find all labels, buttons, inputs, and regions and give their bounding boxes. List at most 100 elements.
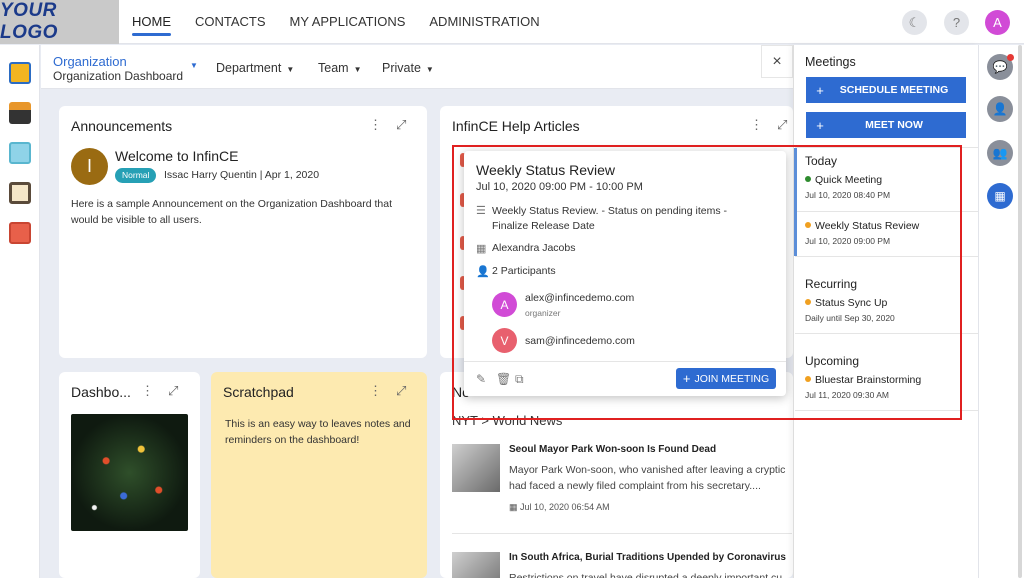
section-recurring: Recurring — [805, 277, 858, 291]
meeting-item-status-sync-up[interactable]: Status Sync Up Daily until Sep 30, 2020 — [805, 297, 895, 323]
meeting-title: Weekly Status Review — [476, 162, 616, 178]
schedule-meeting-button[interactable]: + SCHEDULE MEETING — [806, 77, 966, 103]
plus-icon: + — [816, 117, 824, 133]
news-summary: Mayor Park Won-soon, who vanished after … — [509, 464, 786, 492]
scratchpad-card: Scratchpad ⋮ ⤢ This is an easy way to le… — [211, 372, 427, 578]
more-options-icon[interactable]: ⋮ — [369, 383, 382, 399]
author-avatar: I — [71, 148, 108, 185]
contact-icon[interactable]: 👤 — [987, 96, 1013, 122]
divider — [464, 361, 786, 362]
news-title[interactable]: Seoul Mayor Park Won-soon Is Found Dead — [509, 444, 716, 455]
department-label: Department — [216, 61, 282, 75]
team-dropdown[interactable]: Team ▼ — [318, 61, 362, 75]
section-today: Today — [805, 154, 838, 168]
news-item[interactable]: Seoul Mayor Park Won-soon Is Found Dead … — [452, 444, 792, 524]
christmas-tree-photo — [71, 414, 188, 531]
help-icon[interactable]: ? — [944, 10, 969, 35]
meeting-item-weekly-status-review[interactable]: Weekly Status Review Jul 10, 2020 09:00 … — [805, 220, 919, 246]
organization-label: Organization — [53, 54, 127, 69]
meeting-time: Jul 10, 2020 09:00 PM — [805, 236, 891, 246]
photos-icon[interactable] — [9, 222, 31, 244]
private-label: Private — [382, 61, 421, 75]
expand-icon[interactable]: ⤢ — [168, 383, 178, 399]
scratchpad-text[interactable]: This is an easy way to leaves notes and … — [225, 416, 425, 448]
more-options-icon[interactable]: ⋮ — [369, 117, 382, 133]
user-avatar[interactable]: A — [985, 10, 1010, 35]
meeting-item-bluestar-brainstorming[interactable]: Bluestar Brainstorming Jul 11, 2020 09:3… — [805, 374, 921, 400]
department-dropdown[interactable]: Department ▼ — [216, 61, 294, 75]
news-date-text: Jul 10, 2020 06:54 AM — [520, 502, 610, 512]
status-dot — [805, 176, 811, 182]
organization-selector[interactable]: Organization Organization Dashboard — [53, 54, 183, 84]
announcement-meta: Issac Harry Quentin | Apr 1, 2020 — [164, 169, 320, 181]
join-meeting-label: JOIN MEETING — [694, 372, 770, 385]
clipboard-icon[interactable] — [9, 182, 31, 204]
news-thumbnail — [452, 552, 500, 578]
chevron-down-icon: ▼ — [286, 65, 295, 74]
news-title[interactable]: In South Africa, Burial Traditions Upend… — [509, 552, 786, 563]
logo-text: YOUR LOGO — [0, 0, 58, 43]
dark-mode-icon[interactable]: ☾ — [902, 10, 927, 35]
plus-icon: + — [816, 82, 824, 98]
expand-icon[interactable]: ⤢ — [396, 383, 406, 399]
announcement-body: Here is a sample Announcement on the Org… — [71, 198, 393, 226]
divider — [795, 256, 978, 257]
divider — [795, 333, 978, 334]
meeting-item-quick-meeting[interactable]: Quick Meeting Jul 10, 2020 08:40 PM — [805, 174, 890, 200]
news-section-title[interactable]: NYT > World News — [452, 413, 562, 428]
meeting-name: Status Sync Up — [815, 297, 888, 309]
dashboard-filter-bar: Organization Organization Dashboard ▼ De… — [41, 45, 793, 89]
meet-now-label: MEET NOW — [865, 119, 923, 131]
meeting-name: Bluestar Brainstorming — [815, 374, 922, 386]
meeting-name: Quick Meeting — [815, 174, 883, 186]
edit-icon[interactable]: ✎ — [476, 372, 486, 386]
panel-title: Meetings — [805, 55, 856, 69]
dashboard-image-card: Dashbo... ⋮ ⤢ — [59, 372, 200, 578]
copy-icon[interactable]: ⧉ — [515, 372, 524, 387]
meeting-time: Jul 10, 2020 08:40 PM — [805, 190, 891, 200]
expand-icon[interactable]: ⤢ — [396, 117, 406, 133]
inbox-icon[interactable] — [9, 102, 31, 124]
chevron-down-icon[interactable]: ▼ — [190, 61, 198, 70]
left-app-rail — [0, 45, 40, 578]
expand-icon[interactable]: ⤢ — [777, 117, 787, 133]
private-dropdown[interactable]: Private ▼ — [382, 61, 434, 75]
more-options-icon[interactable]: ⋮ — [141, 383, 154, 399]
scrollbar[interactable] — [1018, 45, 1022, 578]
divider — [795, 147, 978, 148]
close-panel-button[interactable]: × — [761, 45, 793, 78]
person-icon: 👤 — [476, 266, 490, 278]
description-icon: ☰ — [476, 205, 486, 217]
chevron-down-icon: ▼ — [425, 65, 434, 74]
participant-avatar: V — [492, 328, 517, 353]
more-options-icon[interactable]: ⋮ — [750, 117, 763, 133]
divider — [795, 410, 978, 411]
delete-icon[interactable]: 🗑 — [496, 372, 511, 386]
announcement-heading[interactable]: Welcome to InfinCE — [115, 148, 238, 164]
meet-now-button[interactable]: + MEET NOW — [806, 112, 966, 138]
meeting-detail-popup: Weekly Status Review Jul 10, 2020 09:00 … — [464, 151, 786, 396]
news-summary: Restrictions on travel have disrupted a … — [509, 572, 783, 578]
meetings-calendar-icon[interactable]: ▦ — [987, 183, 1013, 209]
divider — [452, 533, 792, 534]
news-item[interactable]: In South Africa, Burial Traditions Upend… — [452, 552, 792, 578]
calendar-icon[interactable] — [9, 142, 31, 164]
card-title: Scratchpad — [223, 384, 294, 400]
meetings-panel: Meetings + SCHEDULE MEETING + MEET NOW Tod… — [793, 45, 978, 578]
join-meeting-button[interactable]: + JOIN MEETING — [676, 368, 776, 389]
logo[interactable]: YOUR LOGO — [0, 0, 119, 44]
nav-home[interactable]: HOME — [132, 0, 171, 44]
meeting-time: Jul 10, 2020 09:00 PM - 10:00 PM — [476, 181, 643, 193]
participant-role: organizer — [525, 308, 561, 318]
folder-icon[interactable] — [9, 62, 31, 84]
selected-indicator — [794, 148, 797, 256]
nav-administration[interactable]: ADMINISTRATION — [429, 0, 539, 44]
card-title: Announcements — [71, 118, 173, 134]
group-icon[interactable]: 👥 — [987, 140, 1013, 166]
announcements-card: Announcements ⋮ ⤢ I Welcome to InfinCE N… — [59, 106, 427, 358]
notification-dot — [1007, 54, 1014, 61]
priority-badge: Normal — [115, 168, 157, 183]
nav-contacts[interactable]: CONTACTS — [195, 0, 266, 44]
nav-my-applications[interactable]: MY APPLICATIONS — [290, 0, 406, 44]
plus-icon: + — [682, 371, 691, 386]
